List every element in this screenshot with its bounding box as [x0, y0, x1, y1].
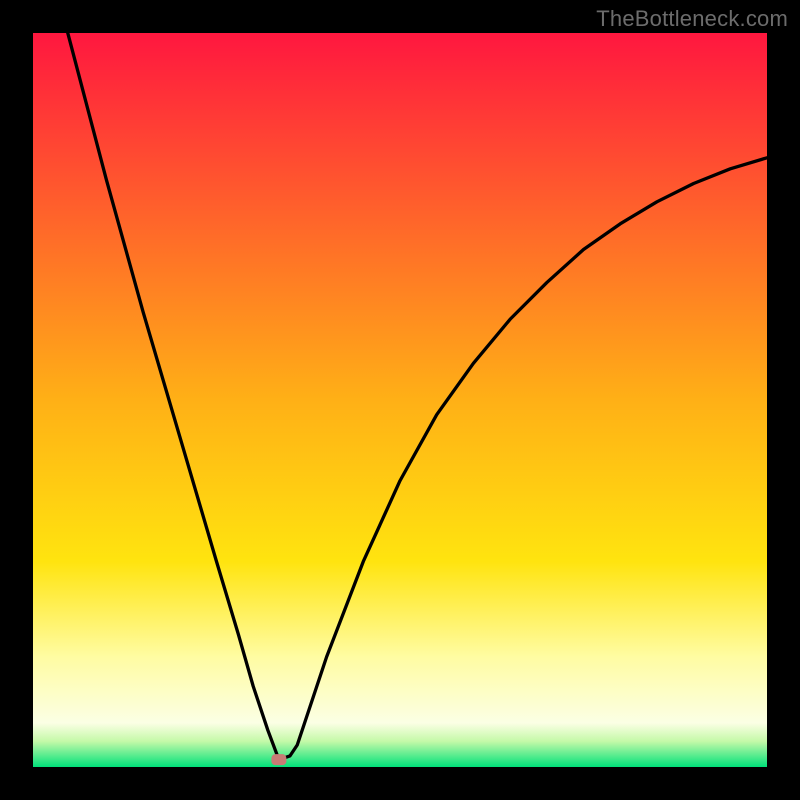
- minimum-marker: [271, 754, 286, 765]
- watermark-text: TheBottleneck.com: [596, 6, 788, 32]
- gradient-background: [33, 33, 767, 767]
- chart-frame: TheBottleneck.com: [0, 0, 800, 800]
- plot-area: [33, 33, 767, 767]
- plot-svg: [33, 33, 767, 767]
